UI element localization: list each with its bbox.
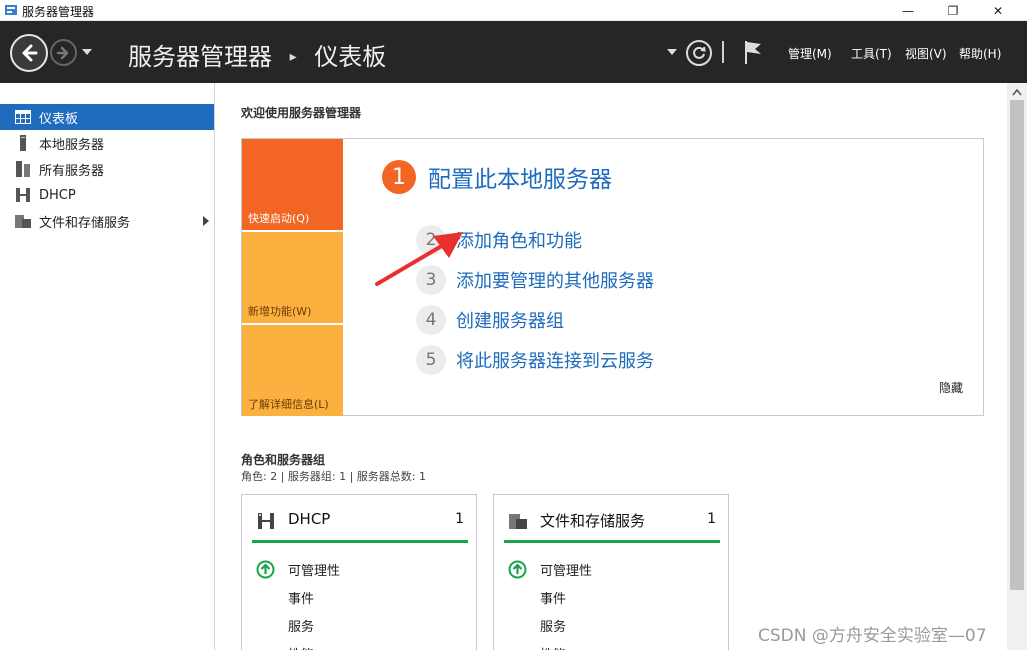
step-connect-cloud[interactable]: 5 将此服务器连接到云服务 bbox=[416, 345, 654, 375]
card-title: 文件和存储服务 bbox=[540, 512, 646, 530]
card-count: 1 bbox=[707, 511, 716, 527]
up-arrow-ok-icon bbox=[256, 560, 275, 579]
sidebar-item-dhcp[interactable]: DHCP bbox=[0, 182, 214, 208]
card-row-manageability[interactable]: 可管理性 bbox=[288, 560, 340, 579]
card-row-performance[interactable]: 性能 bbox=[540, 644, 566, 650]
history-dropdown-icon[interactable] bbox=[81, 46, 93, 58]
sidebar-item-dashboard[interactable]: 仪表板 bbox=[0, 104, 214, 130]
roles-heading: 角色和服务器组 bbox=[241, 453, 326, 467]
main-content: 欢迎使用服务器管理器 快速启动(Q) 新增功能(W) 了解详细信息(L) 1 配… bbox=[216, 83, 1007, 650]
sidebar: 仪表板 本地服务器 所有服务器 DHCP 文件和存储服务 bbox=[0, 83, 215, 650]
sidebar-item-label: 仪表板 bbox=[39, 111, 79, 127]
roles-summary: 角色: 2 | 服务器组: 1 | 服务器总数: 1 bbox=[241, 470, 427, 483]
chevron-right-icon[interactable] bbox=[202, 215, 210, 227]
card-row-services[interactable]: 服务 bbox=[540, 616, 566, 635]
card-count: 1 bbox=[455, 511, 464, 527]
window-title: 服务器管理器 bbox=[22, 5, 95, 19]
tile-learn-more[interactable]: 了解详细信息(L) bbox=[242, 325, 343, 416]
step-label[interactable]: 配置此本地服务器 bbox=[428, 160, 612, 194]
servers-icon bbox=[14, 161, 31, 178]
server-icon bbox=[14, 135, 31, 152]
scrollbar-thumb[interactable] bbox=[1010, 100, 1024, 590]
sidebar-item-label: 本地服务器 bbox=[39, 137, 105, 153]
sidebar-item-label: DHCP bbox=[39, 187, 76, 203]
role-card-file-storage[interactable]: 文件和存储服务 1 可管理性 事件 服务 性能 bbox=[493, 494, 729, 650]
breadcrumb-separator-icon: ▸ bbox=[289, 49, 297, 65]
step-configure-local-server[interactable]: 1 配置此本地服务器 bbox=[382, 160, 612, 194]
card-row-manageability[interactable]: 可管理性 bbox=[540, 560, 592, 579]
menu-help[interactable]: 帮助(H) bbox=[959, 45, 1001, 62]
close-button[interactable]: ✕ bbox=[975, 0, 1021, 21]
forward-button[interactable] bbox=[50, 39, 77, 66]
card-header[interactable]: DHCP 1 bbox=[252, 505, 468, 543]
step-create-server-group[interactable]: 4 创建服务器组 bbox=[416, 305, 564, 335]
refresh-button[interactable] bbox=[686, 40, 712, 66]
step-number: 1 bbox=[382, 160, 416, 194]
minimize-button[interactable]: — bbox=[885, 0, 931, 21]
sidebar-item-label: 文件和存储服务 bbox=[39, 215, 131, 231]
app-header: 服务器管理器 ▸ 仪表板 管理(M) 工具(T) 视图(V) 帮助(H) bbox=[0, 21, 1027, 83]
breadcrumb-app[interactable]: 服务器管理器 bbox=[128, 43, 272, 71]
maximize-button[interactable]: ❐ bbox=[930, 0, 976, 21]
annotation-arrow-icon bbox=[375, 232, 463, 286]
header-divider bbox=[722, 41, 724, 63]
server-manager-app-icon bbox=[5, 5, 17, 15]
dhcp-icon bbox=[258, 513, 274, 529]
arrow-right-icon bbox=[56, 46, 68, 59]
step-number: 5 bbox=[416, 345, 446, 375]
notifications-flag-icon[interactable] bbox=[742, 39, 764, 65]
breadcrumb-current-page: 仪表板 bbox=[314, 43, 387, 71]
refresh-dropdown-icon[interactable] bbox=[666, 46, 678, 58]
card-title: DHCP bbox=[288, 510, 331, 528]
back-button[interactable] bbox=[10, 34, 48, 72]
menu-manage[interactable]: 管理(M) bbox=[788, 45, 832, 62]
storage-icon bbox=[509, 514, 527, 529]
tile-quick-start[interactable]: 快速启动(Q) bbox=[242, 139, 343, 230]
window-titlebar: 服务器管理器 — ❐ ✕ bbox=[0, 0, 1027, 21]
hide-link[interactable]: 隐藏 bbox=[939, 379, 963, 396]
dhcp-icon bbox=[14, 187, 31, 204]
sidebar-item-local-server[interactable]: 本地服务器 bbox=[0, 130, 214, 156]
arrow-left-icon bbox=[22, 44, 38, 62]
role-card-dhcp[interactable]: DHCP 1 可管理性 事件 服务 性能 bbox=[241, 494, 477, 650]
sidebar-item-all-servers[interactable]: 所有服务器 bbox=[0, 156, 214, 182]
breadcrumb: 服务器管理器 ▸ 仪表板 bbox=[128, 37, 386, 72]
card-header[interactable]: 文件和存储服务 1 bbox=[504, 505, 720, 543]
sidebar-item-file-storage[interactable]: 文件和存储服务 bbox=[0, 208, 214, 234]
watermark: CSDN @方舟安全实验室—07 bbox=[758, 626, 987, 646]
step-label[interactable]: 添加要管理的其他服务器 bbox=[456, 267, 654, 293]
sidebar-item-label: 所有服务器 bbox=[39, 163, 105, 179]
up-arrow-ok-icon bbox=[508, 560, 527, 579]
tile-whats-new[interactable]: 新增功能(W) bbox=[242, 232, 343, 323]
card-row-events[interactable]: 事件 bbox=[540, 588, 566, 607]
menu-tools[interactable]: 工具(T) bbox=[851, 45, 892, 62]
step-label[interactable]: 创建服务器组 bbox=[456, 307, 564, 333]
scroll-up-icon[interactable] bbox=[1012, 88, 1022, 96]
menu-view[interactable]: 视图(V) bbox=[905, 45, 947, 62]
dashboard-icon bbox=[14, 109, 31, 126]
step-number: 4 bbox=[416, 305, 446, 335]
welcome-heading: 欢迎使用服务器管理器 bbox=[241, 106, 362, 120]
quick-start-panel: 快速启动(Q) 新增功能(W) 了解详细信息(L) 1 配置此本地服务器 2 添… bbox=[241, 138, 984, 416]
storage-icon bbox=[14, 213, 31, 230]
card-row-performance[interactable]: 性能 bbox=[288, 644, 314, 650]
card-row-events[interactable]: 事件 bbox=[288, 588, 314, 607]
refresh-icon bbox=[693, 46, 706, 59]
step-label[interactable]: 将此服务器连接到云服务 bbox=[456, 347, 654, 373]
card-row-services[interactable]: 服务 bbox=[288, 616, 314, 635]
vertical-scrollbar[interactable] bbox=[1007, 83, 1027, 650]
